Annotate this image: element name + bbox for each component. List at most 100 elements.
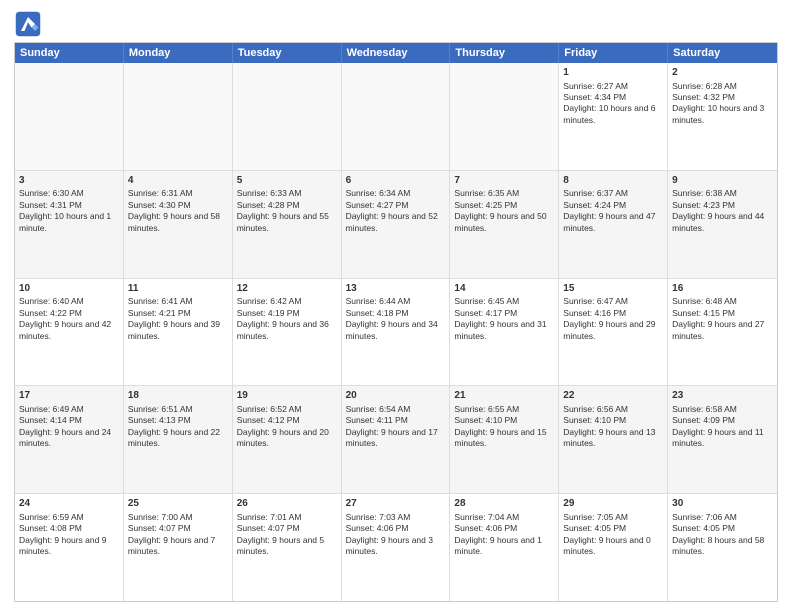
day-info-line: Daylight: 9 hours and 27 minutes.: [672, 319, 773, 342]
day-cell-9: 9Sunrise: 6:38 AMSunset: 4:23 PMDaylight…: [668, 171, 777, 278]
day-info-line: Sunrise: 6:37 AM: [563, 188, 663, 199]
day-info-line: Sunset: 4:06 PM: [346, 523, 446, 534]
day-info-line: Sunrise: 6:41 AM: [128, 296, 228, 307]
day-cell-2: 2Sunrise: 6:28 AMSunset: 4:32 PMDaylight…: [668, 63, 777, 170]
day-info-line: Sunrise: 6:42 AM: [237, 296, 337, 307]
day-info-line: Sunset: 4:22 PM: [19, 308, 119, 319]
day-info-line: Sunrise: 6:51 AM: [128, 404, 228, 415]
day-info-line: Daylight: 9 hours and 44 minutes.: [672, 211, 773, 234]
day-info-line: Daylight: 9 hours and 29 minutes.: [563, 319, 663, 342]
day-info-line: Sunset: 4:31 PM: [19, 200, 119, 211]
day-number: 4: [128, 174, 228, 188]
day-number: 7: [454, 174, 554, 188]
day-info-line: Daylight: 9 hours and 47 minutes.: [563, 211, 663, 234]
day-cell-14: 14Sunrise: 6:45 AMSunset: 4:17 PMDayligh…: [450, 279, 559, 386]
page: SundayMondayTuesdayWednesdayThursdayFrid…: [0, 0, 792, 612]
logo-icon: [14, 10, 42, 38]
day-cell-24: 24Sunrise: 6:59 AMSunset: 4:08 PMDayligh…: [15, 494, 124, 601]
empty-cell: [233, 63, 342, 170]
day-info-line: Sunset: 4:09 PM: [672, 415, 773, 426]
day-info-line: Sunrise: 6:49 AM: [19, 404, 119, 415]
day-info-line: Sunrise: 7:04 AM: [454, 512, 554, 523]
day-number: 15: [563, 282, 663, 296]
day-info-line: Sunset: 4:27 PM: [346, 200, 446, 211]
day-info-line: Daylight: 9 hours and 36 minutes.: [237, 319, 337, 342]
day-number: 29: [563, 497, 663, 511]
day-info-line: Daylight: 9 hours and 0 minutes.: [563, 535, 663, 558]
day-cell-13: 13Sunrise: 6:44 AMSunset: 4:18 PMDayligh…: [342, 279, 451, 386]
day-info-line: Sunset: 4:23 PM: [672, 200, 773, 211]
day-cell-8: 8Sunrise: 6:37 AMSunset: 4:24 PMDaylight…: [559, 171, 668, 278]
day-info-line: Sunrise: 7:03 AM: [346, 512, 446, 523]
day-info-line: Sunset: 4:06 PM: [454, 523, 554, 534]
day-info-line: Sunrise: 6:40 AM: [19, 296, 119, 307]
day-number: 18: [128, 389, 228, 403]
day-info-line: Daylight: 9 hours and 42 minutes.: [19, 319, 119, 342]
day-info-line: Daylight: 8 hours and 58 minutes.: [672, 535, 773, 558]
day-number: 8: [563, 174, 663, 188]
day-number: 17: [19, 389, 119, 403]
day-info-line: Sunset: 4:16 PM: [563, 308, 663, 319]
day-info-line: Sunset: 4:18 PM: [346, 308, 446, 319]
day-info-line: Sunrise: 6:38 AM: [672, 188, 773, 199]
day-info-line: Sunset: 4:08 PM: [19, 523, 119, 534]
day-info-line: Sunrise: 6:56 AM: [563, 404, 663, 415]
day-number: 20: [346, 389, 446, 403]
day-cell-4: 4Sunrise: 6:31 AMSunset: 4:30 PMDaylight…: [124, 171, 233, 278]
day-info-line: Daylight: 10 hours and 6 minutes.: [563, 103, 663, 126]
day-number: 12: [237, 282, 337, 296]
day-cell-30: 30Sunrise: 7:06 AMSunset: 4:05 PMDayligh…: [668, 494, 777, 601]
calendar-row-4: 17Sunrise: 6:49 AMSunset: 4:14 PM Dayligh…: [15, 386, 777, 494]
day-info-line: Sunrise: 6:44 AM: [346, 296, 446, 307]
day-info-line: Sunrise: 6:58 AM: [672, 404, 773, 415]
day-number: 24: [19, 497, 119, 511]
day-number: 22: [563, 389, 663, 403]
day-info-line: Sunrise: 7:00 AM: [128, 512, 228, 523]
day-info-line: Daylight: 9 hours and 7 minutes.: [128, 535, 228, 558]
day-number: 6: [346, 174, 446, 188]
header: [14, 10, 778, 38]
day-info-line: Sunset: 4:10 PM: [454, 415, 554, 426]
day-cell-27: 27Sunrise: 7:03 AMSunset: 4:06 PMDayligh…: [342, 494, 451, 601]
day-cell-12: 12Sunrise: 6:42 AMSunset: 4:19 PMDayligh…: [233, 279, 342, 386]
day-info-line: Sunset: 4:07 PM: [237, 523, 337, 534]
day-number: 26: [237, 497, 337, 511]
day-info-line: Daylight: 9 hours and 15 minutes.: [454, 427, 554, 450]
day-cell-1: 1Sunrise: 6:27 AMSunset: 4:34 PMDaylight…: [559, 63, 668, 170]
day-info-line: Daylight: 9 hours and 39 minutes.: [128, 319, 228, 342]
day-info-line: Daylight: 9 hours and 58 minutes.: [128, 211, 228, 234]
day-info-line: Sunrise: 7:06 AM: [672, 512, 773, 523]
day-info-line: Sunset: 4:34 PM: [563, 92, 663, 103]
day-info-line: Sunset: 4:10 PM: [563, 415, 663, 426]
day-info-line: Sunset: 4:15 PM: [672, 308, 773, 319]
header-day-wednesday: Wednesday: [342, 43, 451, 63]
day-number: 25: [128, 497, 228, 511]
day-info-line: Sunset: 4:25 PM: [454, 200, 554, 211]
day-info-line: Sunrise: 7:05 AM: [563, 512, 663, 523]
day-number: 23: [672, 389, 773, 403]
day-number: 3: [19, 174, 119, 188]
header-day-monday: Monday: [124, 43, 233, 63]
logo: [14, 10, 46, 38]
day-cell-6: 6Sunrise: 6:34 AMSunset: 4:27 PMDaylight…: [342, 171, 451, 278]
day-info-line: Sunset: 4:28 PM: [237, 200, 337, 211]
day-number: 27: [346, 497, 446, 511]
day-info-line: Sunrise: 6:27 AM: [563, 81, 663, 92]
day-number: 28: [454, 497, 554, 511]
day-info-line: Sunrise: 6:55 AM: [454, 404, 554, 415]
empty-cell: [342, 63, 451, 170]
day-number: 5: [237, 174, 337, 188]
day-info-line: Sunset: 4:17 PM: [454, 308, 554, 319]
day-info-line: Daylight: 9 hours and 9 minutes.: [19, 535, 119, 558]
day-info-line: Daylight: 9 hours and 55 minutes.: [237, 211, 337, 234]
day-cell-5: 5Sunrise: 6:33 AMSunset: 4:28 PMDaylight…: [233, 171, 342, 278]
day-info-line: Sunrise: 6:45 AM: [454, 296, 554, 307]
calendar-header: SundayMondayTuesdayWednesdayThursdayFrid…: [15, 43, 777, 63]
day-info-line: Daylight: 10 hours and 3 minutes.: [672, 103, 773, 126]
day-info-line: Sunset: 4:14 PM: [19, 415, 119, 426]
day-info-line: Daylight: 9 hours and 11 minutes.: [672, 427, 773, 450]
day-cell-10: 10Sunrise: 6:40 AMSunset: 4:22 PMDayligh…: [15, 279, 124, 386]
day-info-line: Sunrise: 6:48 AM: [672, 296, 773, 307]
day-number: 1: [563, 66, 663, 80]
day-number: 2: [672, 66, 773, 80]
